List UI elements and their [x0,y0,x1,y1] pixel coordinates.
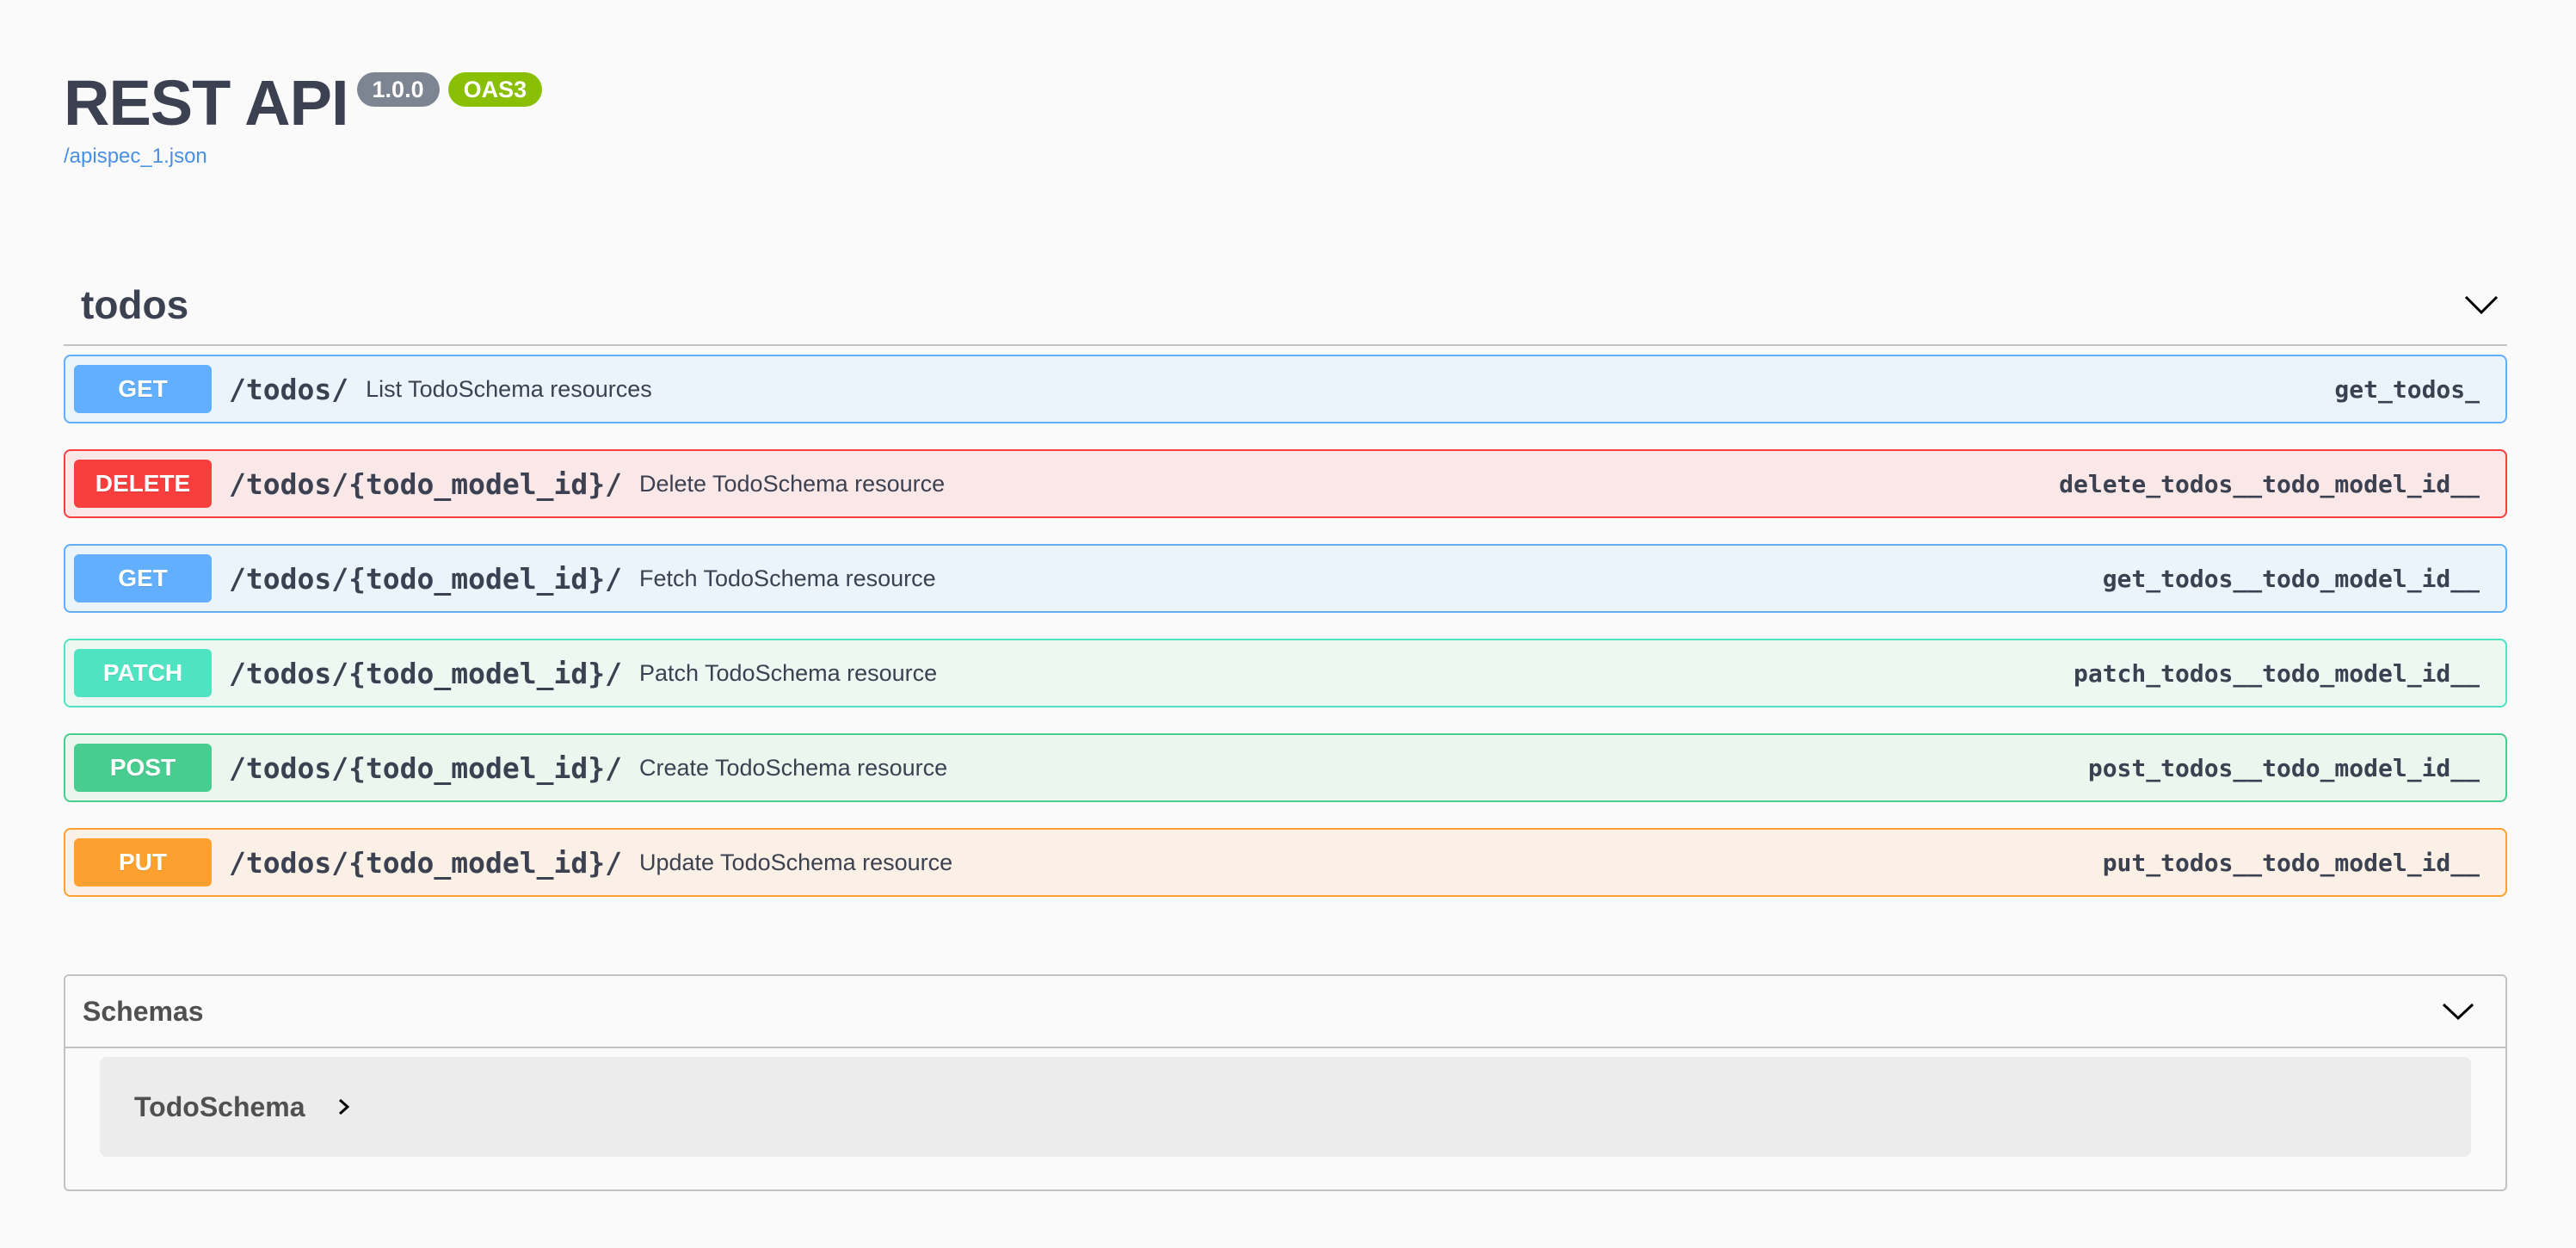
operation-get-todos[interactable]: GET /todos/ List TodoSchema resources ge… [64,355,2507,423]
chevron-down-icon[interactable] [2437,990,2480,1033]
operation-path: /todos/{todo_model_id}/ [229,751,622,785]
method-badge: GET [74,554,212,602]
page-title: REST API [64,67,349,139]
chevron-down-icon[interactable] [2456,279,2507,331]
title-row: REST API 1.0.0 OAS3 [64,62,543,145]
api-info: REST API 1.0.0 OAS3 /apispec_1.json [64,62,543,169]
operation-summary: Fetch TodoSchema resource [638,565,936,591]
tag-name: todos [81,282,189,327]
operation-put-todo[interactable]: PUT /todos/{todo_model_id}/ Update TodoS… [64,828,2507,897]
method-badge: POST [74,744,212,792]
operation-get-todo[interactable]: GET /todos/{todo_model_id}/ Fetch TodoSc… [64,544,2507,613]
schemas-section: Schemas TodoSchema [64,974,2507,1191]
operation-path: /todos/ [229,372,349,406]
version-badge: 1.0.0 [356,72,440,107]
method-badge: PATCH [74,649,212,697]
operation-summary: Patch TodoSchema resource [638,659,938,686]
schema-item-todoschema[interactable]: TodoSchema [100,1057,2471,1157]
schemas-header[interactable]: Schemas [65,976,2505,1048]
tag-header-todos[interactable]: todos [64,265,2507,346]
operation-path: /todos/{todo_model_id}/ [229,561,622,596]
oas-badge: OAS3 [447,72,543,107]
operation-id: put_todos__todo_model_id__ [2102,848,2480,877]
operation-id: post_todos__todo_model_id__ [2087,753,2480,782]
operation-post-todo[interactable]: POST /todos/{todo_model_id}/ Create Todo… [64,733,2507,802]
operation-patch-todo[interactable]: PATCH /todos/{todo_model_id}/ Patch Todo… [64,639,2507,707]
operation-id: get_todos__todo_model_id__ [2102,564,2480,593]
spec-link[interactable]: /apispec_1.json [64,145,542,169]
method-badge: DELETE [74,460,212,508]
schemas-title: Schemas [83,995,204,1027]
operation-path: /todos/{todo_model_id}/ [229,845,622,880]
method-badge: PUT [74,838,212,887]
operation-path: /todos/{todo_model_id}/ [229,466,622,501]
operation-id: get_todos_ [2334,374,2480,404]
operation-id: patch_todos__todo_model_id__ [2073,658,2480,688]
operation-summary: List TodoSchema resources [366,375,652,402]
method-badge: GET [74,365,212,413]
operation-summary: Update TodoSchema resource [638,849,953,875]
operation-delete-todo[interactable]: DELETE /todos/{todo_model_id}/ Delete To… [64,449,2507,518]
operations-list: GET /todos/ List TodoSchema resources ge… [64,355,2507,923]
schema-name: TodoSchema [134,1090,305,1122]
operation-id: delete_todos__todo_model_id__ [2059,469,2480,498]
operation-summary: Create TodoSchema resource [638,754,948,781]
chevron-right-icon[interactable] [331,1094,357,1120]
operation-path: /todos/{todo_model_id}/ [229,656,622,690]
operation-summary: Delete TodoSchema resource [638,470,946,497]
